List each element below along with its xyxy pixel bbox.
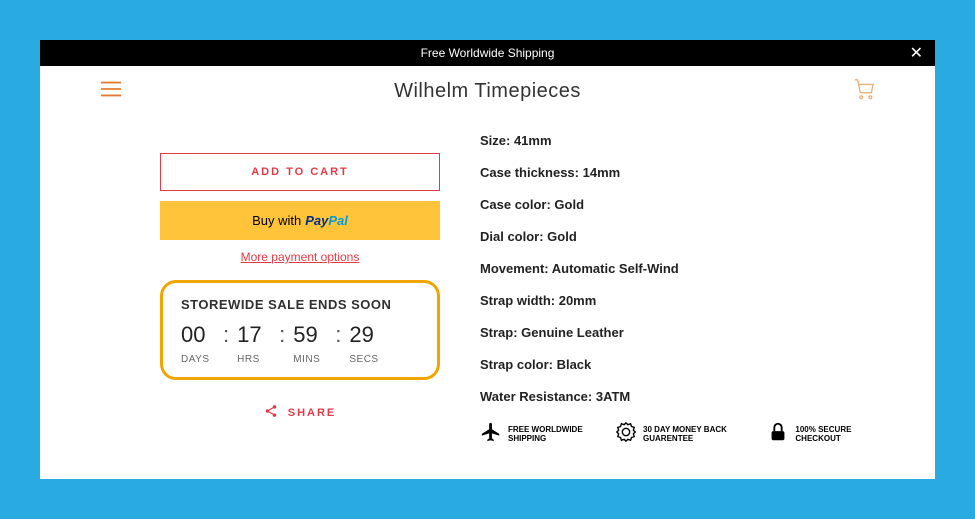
countdown-hours: 17 HRS <box>237 322 271 365</box>
share-button[interactable]: SHARE <box>160 404 440 421</box>
spec-row: Water Resistance: 3ATM <box>480 389 875 404</box>
plane-icon <box>480 421 502 448</box>
countdown-days: 00 DAYS <box>181 322 215 365</box>
seal-icon <box>615 421 637 448</box>
badge-shipping-text: FREE WORLDWIDE SHIPPING <box>508 426 597 444</box>
content-area: ADD TO CART Buy with PayPal More payment… <box>40 113 935 468</box>
spec-row: Strap color: Black <box>480 357 875 372</box>
close-icon[interactable]: ✕ <box>910 43 923 63</box>
colon-icon: : <box>277 322 287 348</box>
share-label: SHARE <box>288 407 337 419</box>
menu-icon[interactable] <box>100 80 122 103</box>
colon-icon: : <box>333 322 343 348</box>
cart-icon[interactable] <box>853 78 875 105</box>
spec-row: Size: 41mm <box>480 133 875 148</box>
site-header: Wilhelm Timepieces <box>40 66 935 113</box>
buy-with-label: Buy with <box>252 213 301 228</box>
badge-secure: 100% SECURE CHECKOUT <box>767 421 875 448</box>
spec-row: Strap: Genuine Leather <box>480 325 875 340</box>
countdown-title: STOREWIDE SALE ENDS SOON <box>181 297 419 312</box>
spec-row: Movement: Automatic Self-Wind <box>480 261 875 276</box>
app-window: Free Worldwide Shipping ✕ Wilhelm Timepi… <box>40 40 935 479</box>
add-to-cart-button[interactable]: ADD TO CART <box>160 153 440 191</box>
trust-badges: FREE WORLDWIDE SHIPPING 30 DAY MONEY BAC… <box>480 421 875 448</box>
countdown-box: STOREWIDE SALE ENDS SOON 00 DAYS : 17 HR… <box>160 280 440 380</box>
badge-guarantee-text: 30 DAY MONEY BACK GUARENTEE <box>643 426 749 444</box>
spec-row: Case thickness: 14mm <box>480 165 875 180</box>
site-title: Wilhelm Timepieces <box>394 80 581 103</box>
spec-row: Dial color: Gold <box>480 229 875 244</box>
spec-row: Strap width: 20mm <box>480 293 875 308</box>
countdown-mins: 59 MINS <box>293 322 327 365</box>
specs-column: Size: 41mm Case thickness: 14mm Case col… <box>480 113 875 448</box>
paypal-logo-icon: PayPal <box>305 213 348 228</box>
more-payment-options-link[interactable]: More payment options <box>160 250 440 264</box>
countdown-timer: 00 DAYS : 17 HRS : 59 MINS : 29 <box>181 322 419 365</box>
badge-shipping: FREE WORLDWIDE SHIPPING <box>480 421 597 448</box>
badge-secure-text: 100% SECURE CHECKOUT <box>795 426 875 444</box>
announcement-text: Free Worldwide Shipping <box>421 46 555 60</box>
spec-row: Case color: Gold <box>480 197 875 212</box>
paypal-button[interactable]: Buy with PayPal <box>160 201 440 240</box>
countdown-secs: 29 SECS <box>349 322 383 365</box>
badge-guarantee: 30 DAY MONEY BACK GUARENTEE <box>615 421 749 448</box>
purchase-column: ADD TO CART Buy with PayPal More payment… <box>160 113 440 448</box>
share-icon <box>264 404 278 421</box>
announcement-bar: Free Worldwide Shipping ✕ <box>40 40 935 66</box>
colon-icon: : <box>221 322 231 348</box>
lock-icon <box>767 421 789 448</box>
